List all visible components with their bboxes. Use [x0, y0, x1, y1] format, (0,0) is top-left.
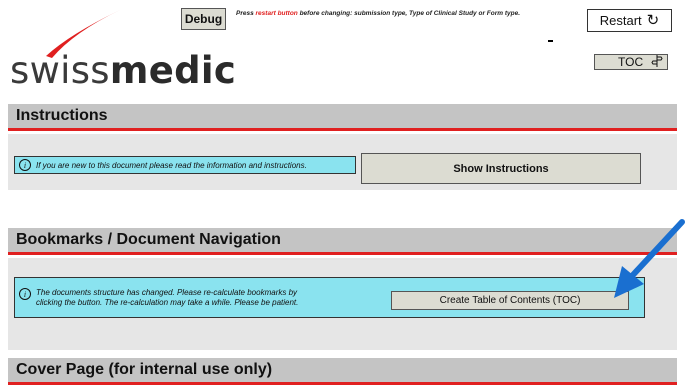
- show-instructions-button[interactable]: Show Instructions: [361, 153, 641, 184]
- toc-button[interactable]: TOC: [594, 54, 668, 70]
- restart-label: Restart: [599, 13, 642, 28]
- refresh-icon: ↻: [646, 12, 660, 29]
- info-icon: i: [19, 159, 31, 171]
- bookmarks-info-text: The documents structure has changed. Ple…: [36, 288, 299, 307]
- bookmarks-section-header: Bookmarks / Document Navigation: [8, 228, 677, 255]
- debug-button[interactable]: Debug: [181, 8, 226, 30]
- pointer-arrow-icon: [614, 219, 685, 298]
- signpost-icon: [651, 54, 663, 71]
- toc-label: TOC: [618, 55, 644, 69]
- create-toc-button[interactable]: Create Table of Contents (TOC): [391, 291, 629, 310]
- restart-button[interactable]: Restart ↻: [587, 9, 672, 32]
- restart-notice-highlight: restart button: [255, 10, 298, 17]
- cover-page-section-header: Cover Page (for internal use only): [8, 358, 677, 385]
- logo-wordmark: swissmedic: [10, 49, 237, 92]
- instructions-section-header: Instructions: [8, 104, 677, 131]
- dash-mark: [548, 40, 553, 42]
- instructions-info-text: If you are new to this document please r…: [36, 160, 307, 170]
- info-icon: i: [19, 288, 31, 300]
- instructions-panel: i If you are new to this document please…: [8, 134, 677, 190]
- restart-notice: Press restart button before changing: su…: [236, 10, 521, 17]
- bookmarks-panel: i The documents structure has changed. P…: [8, 258, 677, 350]
- instructions-info-box: i If you are new to this document please…: [14, 156, 356, 174]
